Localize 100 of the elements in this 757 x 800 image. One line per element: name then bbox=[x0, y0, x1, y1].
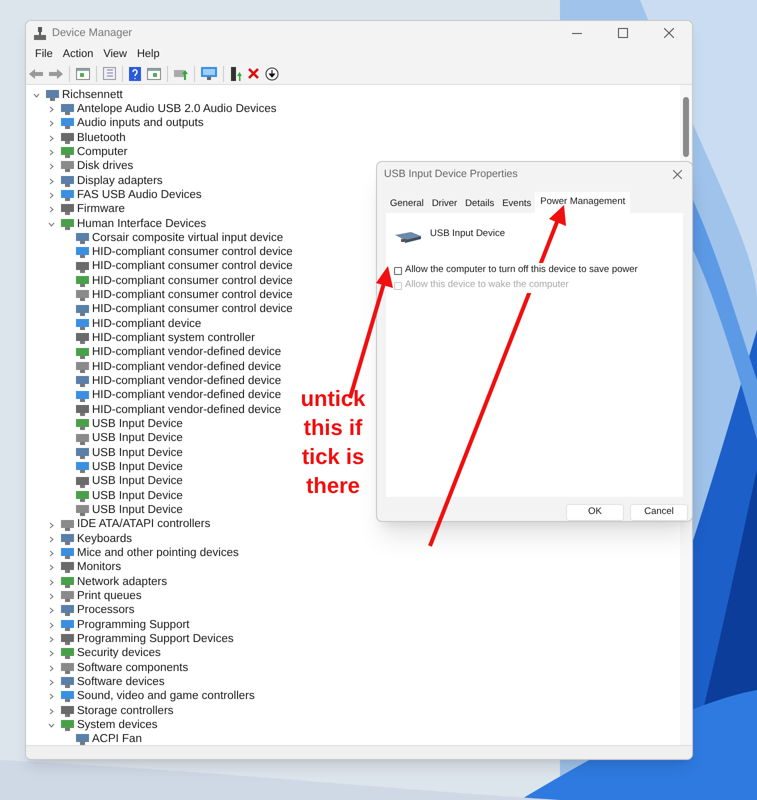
scan-hardware-icon[interactable] bbox=[174, 67, 188, 80]
device-icon bbox=[76, 505, 89, 516]
annotation-text: untick this if tick is there bbox=[300, 385, 366, 500]
chevron-right-icon[interactable] bbox=[48, 148, 55, 156]
device-name: USB Input Device bbox=[430, 227, 505, 241]
device-icon bbox=[61, 720, 74, 732]
device-icon bbox=[61, 132, 74, 144]
dialog-button[interactable]: Cancel bbox=[630, 504, 688, 521]
device-icon bbox=[76, 390, 89, 402]
checkbox[interactable] bbox=[394, 266, 402, 274]
chevron-right-icon[interactable] bbox=[48, 593, 55, 600]
device-icon bbox=[61, 104, 74, 115]
device-icon bbox=[76, 247, 89, 258]
chevron-right-icon[interactable] bbox=[48, 206, 55, 214]
chevron-right-icon[interactable] bbox=[48, 536, 55, 543]
device-icon bbox=[76, 276, 89, 287]
device-icon bbox=[76, 290, 89, 302]
chevron-right-icon[interactable] bbox=[48, 622, 55, 629]
forward-arrow-icon[interactable] bbox=[49, 68, 63, 78]
device-icon bbox=[61, 548, 74, 560]
device-icon bbox=[61, 691, 74, 702]
delete-icon[interactable] bbox=[248, 68, 259, 79]
device-icon bbox=[46, 90, 59, 101]
chevron-right-icon[interactable] bbox=[48, 106, 55, 113]
chevron-down-icon[interactable] bbox=[48, 722, 55, 730]
tab[interactable]: Details bbox=[461, 196, 498, 213]
chevron-right-icon[interactable] bbox=[48, 664, 55, 672]
device-icon bbox=[61, 591, 74, 602]
device-icon bbox=[76, 476, 89, 488]
device-icon bbox=[76, 376, 89, 388]
device-icon bbox=[61, 176, 74, 187]
device-icon bbox=[76, 304, 89, 316]
device-icon bbox=[61, 648, 74, 660]
monitor-icon[interactable] bbox=[201, 67, 217, 80]
menu-item[interactable]: View bbox=[98, 46, 132, 62]
chevron-right-icon[interactable] bbox=[48, 679, 55, 686]
maximize-icon bbox=[618, 28, 628, 38]
chevron-right-icon[interactable] bbox=[48, 522, 55, 528]
device-icon bbox=[61, 562, 74, 574]
device-icon bbox=[61, 218, 74, 230]
back-arrow-icon[interactable] bbox=[29, 68, 43, 78]
tab[interactable]: Power Management bbox=[535, 192, 630, 213]
device-icon bbox=[76, 362, 89, 373]
minimize-icon bbox=[572, 32, 582, 34]
dialog-title: USB Input Device Properties bbox=[384, 166, 518, 182]
device-icon bbox=[61, 146, 74, 158]
window-title: Device Manager bbox=[52, 26, 132, 41]
tab[interactable]: General bbox=[386, 196, 428, 213]
chevron-right-icon[interactable] bbox=[48, 178, 55, 185]
chevron-right-icon[interactable] bbox=[48, 134, 55, 142]
chevron-right-icon[interactable] bbox=[48, 163, 55, 170]
device-icon bbox=[76, 404, 89, 416]
device-icon bbox=[76, 262, 89, 273]
enable-device-icon[interactable] bbox=[230, 66, 242, 80]
chevron-down-icon[interactable] bbox=[48, 220, 55, 228]
dialog-button[interactable]: OK bbox=[566, 504, 624, 521]
close-icon bbox=[672, 170, 682, 179]
device-icon bbox=[76, 734, 89, 745]
help-icon[interactable] bbox=[129, 66, 141, 80]
computer-tree-icon bbox=[34, 26, 46, 40]
device-icon bbox=[61, 706, 74, 717]
device-icon bbox=[76, 462, 89, 474]
menu-item[interactable]: File bbox=[30, 46, 58, 62]
device-icon bbox=[76, 348, 89, 359]
chevron-right-icon[interactable] bbox=[48, 636, 55, 644]
panel-icon[interactable] bbox=[76, 68, 90, 80]
chevron-right-icon[interactable] bbox=[48, 120, 55, 128]
device-icon bbox=[61, 520, 74, 530]
device-icon bbox=[61, 190, 74, 201]
panel-icon[interactable] bbox=[147, 68, 161, 80]
device-icon bbox=[76, 333, 89, 344]
chevron-down-icon[interactable] bbox=[33, 92, 40, 99]
device-icon bbox=[76, 448, 89, 459]
grid-icon[interactable] bbox=[103, 67, 116, 80]
chevron-right-icon[interactable] bbox=[48, 708, 55, 715]
device-icon bbox=[76, 490, 89, 502]
download-icon[interactable] bbox=[265, 66, 279, 80]
chevron-right-icon[interactable] bbox=[48, 550, 55, 558]
device-icon bbox=[61, 662, 74, 674]
device-icon bbox=[76, 419, 89, 430]
chevron-right-icon[interactable] bbox=[48, 564, 55, 572]
menu-item[interactable]: Help bbox=[132, 46, 165, 62]
tab[interactable]: Events bbox=[498, 196, 536, 213]
checkbox-label: Allow the computer to turn off this device to save power bbox=[405, 263, 638, 278]
device-icon bbox=[61, 677, 74, 688]
chevron-right-icon[interactable] bbox=[48, 650, 55, 658]
chevron-right-icon[interactable] bbox=[48, 607, 55, 614]
chevron-right-icon[interactable] bbox=[48, 192, 55, 199]
device-icon bbox=[76, 434, 89, 445]
usb-device-icon bbox=[395, 230, 421, 244]
chevron-right-icon[interactable] bbox=[48, 693, 55, 700]
device-icon bbox=[61, 118, 74, 130]
device-icon bbox=[76, 232, 89, 244]
device-icon bbox=[61, 605, 74, 616]
device-icon bbox=[61, 204, 74, 216]
close-icon bbox=[664, 28, 674, 38]
menu-item[interactable]: Action bbox=[58, 46, 98, 62]
chevron-right-icon[interactable] bbox=[48, 578, 55, 586]
checkbox-label: Allow this device to wake the computer bbox=[405, 278, 569, 293]
tab[interactable]: Driver bbox=[428, 196, 462, 213]
